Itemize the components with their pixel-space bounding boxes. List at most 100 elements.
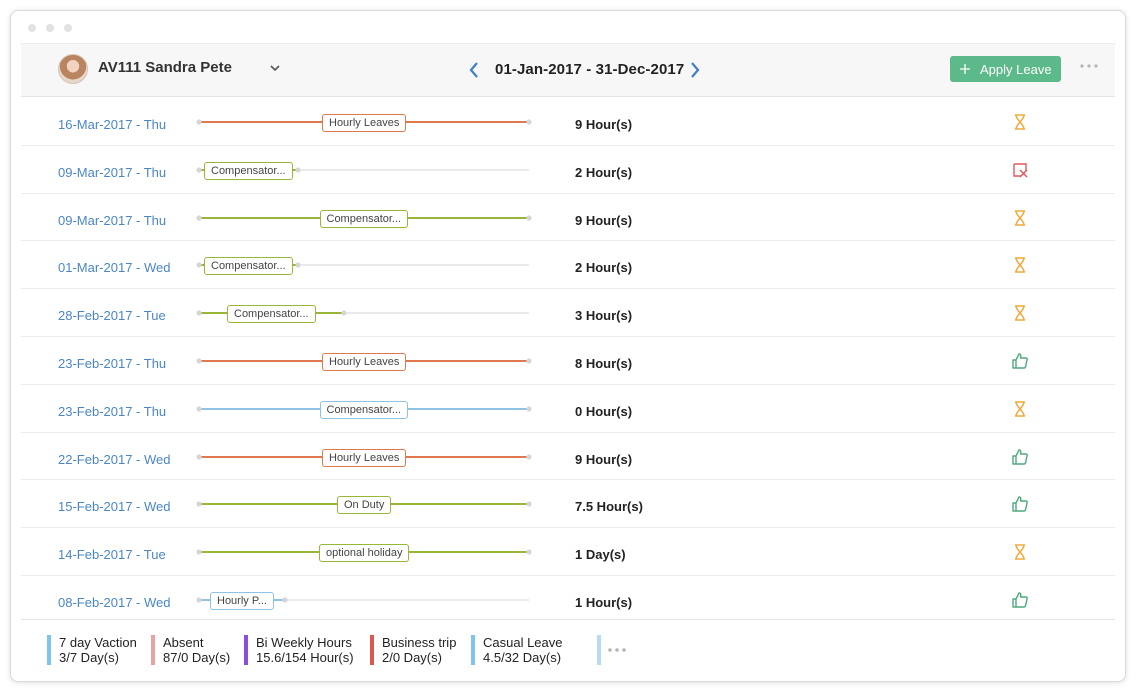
- legend-item-name: Bi Weekly Hours: [256, 635, 352, 650]
- leave-type-tag[interactable]: Hourly P...: [210, 591, 274, 610]
- leave-date-link[interactable]: 23-Feb-2017 - Thu: [58, 356, 166, 371]
- legend-item-value: 2/0 Day(s): [382, 650, 442, 665]
- leave-timeline: Compensator...: [196, 400, 532, 427]
- avatar: [58, 54, 88, 84]
- legend-item-value: 3/7 Day(s): [59, 650, 119, 665]
- legend-item-name: Absent: [163, 635, 204, 650]
- leave-row[interactable]: 01-Mar-2017 - Wed Compensator... 2 Hour(s…: [21, 241, 1115, 290]
- window-minimize-dot[interactable]: [46, 24, 54, 32]
- legend-item: Absent 87/0 Day(s): [151, 635, 230, 665]
- leave-duration: 7.5 Hour(s): [575, 499, 643, 515]
- legend-more-button[interactable]: [597, 635, 627, 665]
- hourglass-icon[interactable]: [1011, 400, 1029, 418]
- leave-duration: 8 Hour(s): [575, 355, 633, 371]
- leave-row[interactable]: 09-Mar-2017 - Thu Compensator... 2 Hour(s…: [21, 146, 1115, 194]
- leave-timeline: On Duty: [196, 496, 532, 522]
- window-close-dot[interactable]: [28, 24, 36, 32]
- leave-type-tag[interactable]: Compensator...: [227, 305, 316, 324]
- employee-name: AV111 Sandra Pete: [98, 59, 232, 76]
- hourglass-icon[interactable]: [1011, 256, 1029, 274]
- leave-timeline: optional holiday: [196, 544, 532, 570]
- leave-row[interactable]: 22-Feb-2017 - Wed Hourly Leaves 9 Hour(s): [21, 433, 1115, 481]
- legend-item-value: 15.6/154 Hour(s): [256, 650, 354, 665]
- legend-item-name: Casual Leave: [483, 635, 563, 650]
- leave-timeline: Compensator...: [196, 257, 529, 283]
- leave-duration: 9 Hour(s): [575, 212, 633, 228]
- legend-item: 7 day Vaction 3/7 Day(s): [47, 635, 137, 665]
- leave-type-tag[interactable]: Compensator...: [319, 209, 409, 228]
- leave-duration: 2 Hour(s): [575, 260, 633, 276]
- leave-date-link[interactable]: 09-Mar-2017 - Thu: [58, 165, 166, 180]
- hourglass-icon[interactable]: [1011, 209, 1029, 227]
- leave-row[interactable]: 14-Feb-2017 - Tue optional holiday 1 Day(…: [21, 528, 1115, 576]
- leave-date-link[interactable]: 22-Feb-2017 - Wed: [58, 452, 171, 467]
- leave-date-link[interactable]: 01-Mar-2017 - Wed: [58, 260, 170, 275]
- leave-timeline: Hourly Leaves: [196, 352, 532, 379]
- legend-item-value: 4.5/32 Day(s): [483, 650, 562, 665]
- leave-row[interactable]: 23-Feb-2017 - Thu Hourly Leaves 8 Hour(s): [21, 337, 1115, 385]
- leave-date-link[interactable]: 23-Feb-2017 - Thu: [58, 404, 166, 419]
- hourglass-icon[interactable]: [1011, 543, 1029, 561]
- more-icon: [608, 648, 626, 652]
- legend-item: Bi Weekly Hours 15.6/154 Hour(s): [244, 635, 354, 665]
- window-titlebar: [11, 11, 1125, 43]
- hourglass-icon[interactable]: [1011, 304, 1029, 322]
- leave-type-tag[interactable]: Compensator...: [204, 161, 293, 180]
- leave-duration: 2 Hour(s): [575, 164, 633, 180]
- leave-row[interactable]: 08-Feb-2017 - Wed Hourly P... 1 Hour(s): [21, 576, 1115, 624]
- thumbs-up-icon[interactable]: [1011, 495, 1029, 513]
- leave-type-tag[interactable]: Hourly Leaves: [322, 114, 407, 132]
- leave-date-link[interactable]: 15-Feb-2017 - Wed: [58, 499, 171, 514]
- leave-balance-legend: 7 day Vaction 3/7 Day(s) Absent 87/0 Day(…: [21, 619, 1115, 681]
- legend-item-name: 7 day Vaction: [59, 635, 137, 650]
- previous-period-icon[interactable]: [467, 61, 481, 79]
- apply-leave-label: Apply Leave: [980, 61, 1052, 77]
- leave-duration: 9 Hour(s): [575, 451, 633, 467]
- legend-item-value: 87/0 Day(s): [163, 650, 231, 665]
- thumbs-up-icon[interactable]: [1011, 591, 1029, 609]
- leave-type-tag[interactable]: Hourly Leaves: [322, 448, 407, 467]
- plus-icon: [960, 64, 970, 74]
- leave-row[interactable]: 23-Feb-2017 - Thu Compensator... 0 Hour(s…: [21, 385, 1115, 433]
- leave-row[interactable]: 15-Feb-2017 - Wed On Duty 7.5 Hour(s): [21, 480, 1115, 529]
- window-maximize-dot[interactable]: [64, 24, 72, 32]
- leave-timeline: Hourly P...: [196, 591, 529, 618]
- chevron-down-icon[interactable]: [268, 61, 282, 75]
- leave-timeline: Compensator...: [196, 161, 529, 188]
- leave-duration: 1 Hour(s): [575, 594, 633, 610]
- leave-timeline: Hourly Leaves: [196, 448, 532, 475]
- leave-header: AV111 Sandra Pete 01-Jan-2017 - 31-Dec-2…: [21, 43, 1115, 97]
- legend-item-name: Business trip: [382, 635, 457, 650]
- leave-type-tag[interactable]: Compensator...: [204, 257, 293, 276]
- leave-date-link[interactable]: 09-Mar-2017 - Thu: [58, 213, 166, 228]
- leave-duration: 3 Hour(s): [575, 308, 633, 324]
- leave-timeline: Compensator...: [196, 209, 532, 236]
- leave-duration: 9 Hour(s): [575, 117, 633, 132]
- leave-row[interactable]: 09-Mar-2017 - Thu Compensator... 9 Hour(s…: [21, 194, 1115, 242]
- more-options-icon[interactable]: [1079, 63, 1099, 69]
- leave-date-link[interactable]: 28-Feb-2017 - Tue: [58, 308, 166, 323]
- leave-row[interactable]: 16-Mar-2017 - Thu Hourly Leaves 9 Hour(s): [21, 98, 1115, 146]
- leave-timeline: Compensator...: [196, 305, 529, 331]
- legend-item: Casual Leave 4.5/32 Day(s): [471, 635, 563, 665]
- leave-list: 16-Mar-2017 - Thu Hourly Leaves 9 Hour(s)…: [21, 98, 1115, 624]
- thumbs-up-icon[interactable]: [1011, 448, 1029, 466]
- hourglass-icon[interactable]: [1011, 113, 1029, 131]
- leave-duration: 1 Day(s): [575, 547, 626, 563]
- date-range: 01-Jan-2017 - 31-Dec-2017: [495, 61, 685, 78]
- leave-type-tag[interactable]: Hourly Leaves: [322, 352, 407, 371]
- legend-item: Business trip 2/0 Day(s): [370, 635, 456, 665]
- next-period-icon[interactable]: [688, 61, 702, 79]
- leave-date-link[interactable]: 08-Feb-2017 - Wed: [58, 595, 171, 610]
- thumbs-up-icon[interactable]: [1011, 352, 1029, 370]
- leave-timeline: Hourly Leaves: [196, 114, 532, 140]
- leave-type-tag[interactable]: Compensator...: [319, 400, 409, 419]
- rejected-icon[interactable]: [1011, 161, 1029, 179]
- leave-date-link[interactable]: 14-Feb-2017 - Tue: [58, 547, 166, 562]
- leave-row[interactable]: 28-Feb-2017 - Tue Compensator... 3 Hour(s…: [21, 289, 1115, 337]
- leave-type-tag[interactable]: On Duty: [337, 496, 392, 515]
- leave-type-tag[interactable]: optional holiday: [319, 544, 410, 563]
- leave-date-link[interactable]: 16-Mar-2017 - Thu: [58, 117, 166, 132]
- leave-duration: 0 Hour(s): [575, 403, 633, 419]
- apply-leave-button[interactable]: Apply Leave: [950, 56, 1061, 82]
